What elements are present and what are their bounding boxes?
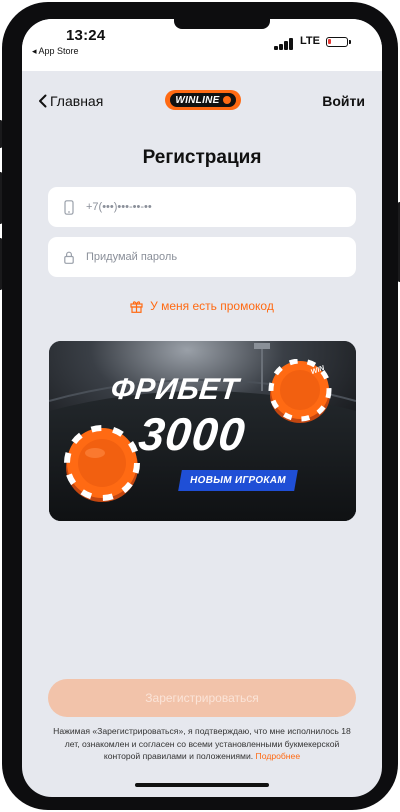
lock-icon: [62, 251, 76, 264]
volume-down-button: [0, 238, 2, 290]
winline-logo: WINLINE: [165, 90, 241, 110]
logo-text: WINLINE: [175, 94, 220, 106]
legal-disclaimer: Нажимая «Зарегистрироваться», я подтверж…: [50, 725, 354, 763]
status-bar: 13:24 ◂ App Store LTE: [22, 19, 382, 71]
password-field[interactable]: [48, 237, 356, 277]
logo-dot: [222, 96, 231, 104]
mute-switch: [0, 120, 2, 148]
promo-code-link[interactable]: У меня есть промокод: [22, 299, 382, 313]
banner-headline: ФРИБЕТ: [109, 373, 241, 406]
back-to-app-store-link[interactable]: ◂ App Store: [32, 46, 79, 57]
battery-level: [328, 39, 331, 44]
phone-frame: 13:24 ◂ App Store LTE Главная WINLINE Во…: [0, 2, 400, 810]
register-button[interactable]: Зарегистрироваться: [48, 679, 356, 717]
phone-icon: [62, 199, 76, 215]
phone-input[interactable]: [84, 200, 328, 214]
gift-icon: [130, 300, 143, 313]
more-details-link[interactable]: Подробнее: [256, 751, 301, 761]
status-time: 13:24: [66, 27, 106, 44]
page-title: Регистрация: [142, 147, 262, 168]
casino-chip-icon: [64, 425, 140, 502]
home-indicator: [135, 783, 269, 787]
promo-code-label: У меня есть промокод: [150, 299, 274, 313]
signal-strength-icon: [274, 38, 296, 50]
banner-amount: 3000: [136, 408, 249, 460]
network-type: LTE: [300, 35, 320, 47]
notch: [174, 19, 270, 29]
legal-text: Нажимая «Зарегистрироваться», я подтверж…: [53, 726, 351, 761]
login-button[interactable]: Войти: [322, 93, 365, 109]
password-input[interactable]: [84, 250, 328, 264]
battery-icon: [326, 37, 351, 47]
app-screen: 13:24 ◂ App Store LTE Главная WINLINE Во…: [22, 19, 382, 797]
volume-up-button: [0, 172, 2, 224]
banner-badge: НОВЫМ ИГРОКАМ: [178, 470, 298, 491]
back-button[interactable]: Главная: [38, 93, 103, 109]
phone-field[interactable]: [48, 187, 356, 227]
freebet-promo-banner[interactable]: ФРИБЕТ 3000 НОВЫМ ИГРОКАМ WIN: [49, 341, 356, 521]
back-button-label: Главная: [50, 93, 104, 109]
top-nav: Главная WINLINE Войти: [22, 71, 382, 131]
chevron-left-icon: [39, 94, 47, 108]
